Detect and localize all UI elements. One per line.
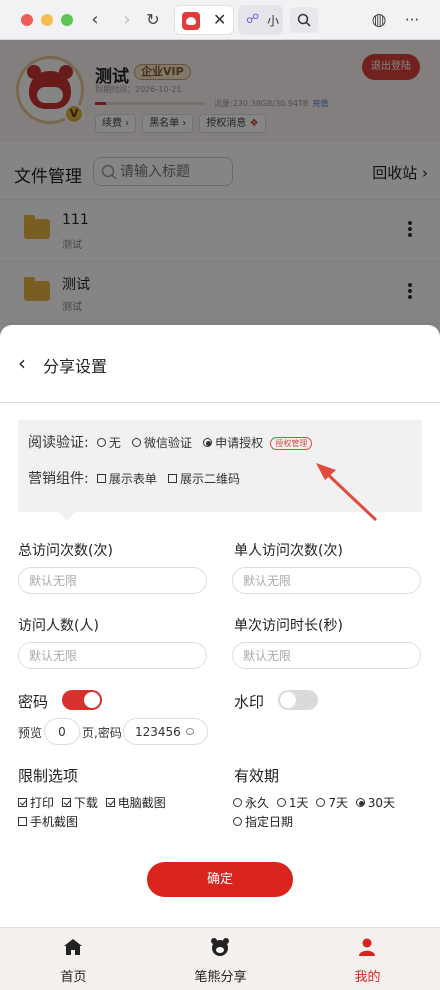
tab-title: 小 (267, 14, 280, 28)
show-form-checkbox[interactable]: 展示表单 (96, 472, 157, 486)
validity-label: 有效期 (234, 767, 280, 785)
single-duration-label: 单次访问时长(秒) (234, 618, 343, 634)
back-icon[interactable]: ‹ (83, 8, 107, 32)
validity-1day-radio[interactable]: 1天 (276, 796, 308, 810)
user-icon (359, 938, 375, 956)
preview-pages-input[interactable] (44, 718, 80, 745)
per-user-visits-label: 单人访问次数(次) (234, 543, 343, 559)
bottom-tab-bar: 首页 笔熊分享 我的 (0, 927, 440, 990)
verify-option-apply-auth[interactable]: 申请授权 (203, 436, 263, 450)
browser-tab-active[interactable]: ✕ (174, 5, 234, 35)
bear-favicon-icon (182, 12, 200, 30)
restrict-options-row-2: 手机截图 (18, 813, 82, 830)
tab-home[interactable]: 首页 (0, 928, 147, 990)
tab-search-button[interactable] (290, 7, 318, 33)
validity-options-row-2: 指定日期 (233, 813, 297, 830)
back-chevron-icon[interactable]: ‹ (18, 351, 26, 375)
show-qrcode-checkbox[interactable]: 展示二维码 (168, 472, 240, 486)
total-visits-label: 总访问次数(次) (18, 543, 113, 559)
bear-icon (211, 938, 229, 956)
sheet-title: 分享设置 (43, 357, 108, 376)
print-checkbox[interactable]: 打印 (18, 796, 54, 810)
auth-manage-button[interactable]: 授权管理 (270, 437, 313, 450)
minimize-window-button[interactable] (41, 14, 53, 26)
password-toggle[interactable] (62, 690, 102, 710)
divider (0, 402, 440, 403)
validity-7day-radio[interactable]: 7天 (316, 796, 348, 810)
visitor-count-label: 访问人数(人) (18, 618, 99, 634)
close-tab-icon[interactable]: ✕ (213, 10, 226, 29)
confirm-button[interactable]: 确定 (147, 862, 293, 897)
mobile-screenshot-checkbox[interactable]: 手机截图 (18, 815, 78, 829)
watermark-label: 水印 (234, 693, 265, 711)
password-input[interactable] (123, 718, 208, 745)
browser-tab-secondary[interactable]: ☍ 小 (238, 5, 283, 35)
single-duration-input[interactable] (232, 642, 421, 669)
preview-label: 预览 (18, 726, 43, 740)
watermark-toggle[interactable] (278, 690, 318, 710)
globe-icon[interactable]: ◍ (367, 8, 391, 32)
read-verify-row: 阅读验证: 无 微信验证 申请授权 授权管理 (28, 432, 313, 452)
panel-notch (57, 511, 77, 521)
tab-label: 我的 (354, 970, 381, 985)
annotation-arrow-icon (316, 463, 378, 522)
verify-option-none[interactable]: 无 (96, 436, 121, 450)
share-settings-sheet: ‹ 分享设置 阅读验证: 无 微信验证 申请授权 授权管理 营销组件: 展示表单… (0, 325, 440, 927)
marketing-row: 营销组件: 展示表单 展示二维码 (28, 468, 247, 488)
read-verify-label: 阅读验证: (28, 435, 89, 451)
eye-icon[interactable] (186, 728, 194, 735)
zoom-window-button[interactable] (61, 14, 73, 26)
validity-options-row-1: 永久 1天 7天 30天 (233, 794, 399, 811)
link-icon: ☍ (246, 12, 260, 27)
home-icon (64, 939, 82, 955)
tab-label: 首页 (60, 970, 87, 985)
restrict-label: 限制选项 (18, 767, 79, 785)
tab-bear-share[interactable]: 笔熊分享 (147, 928, 294, 990)
validity-forever-radio[interactable]: 永久 (233, 796, 269, 810)
marketing-label: 营销组件: (28, 471, 89, 487)
visitor-count-input[interactable] (18, 642, 207, 669)
password-label: 密码 (18, 693, 49, 711)
browser-toolbar: ‹ › ↻ ✕ ☍ 小 ◍ ··· (0, 0, 440, 40)
tab-mine[interactable]: 我的 (294, 928, 440, 990)
forward-icon[interactable]: › (115, 8, 139, 32)
verify-option-wechat[interactable]: 微信验证 (132, 436, 192, 450)
per-user-visits-input[interactable] (232, 567, 421, 594)
validity-30day-radio[interactable]: 30天 (355, 796, 395, 810)
close-window-button[interactable] (21, 14, 33, 26)
more-icon[interactable]: ··· (400, 8, 424, 32)
page-password-label: 页,密码 (82, 726, 122, 740)
tab-label: 笔熊分享 (194, 970, 247, 985)
restrict-options-row-1: 打印 下载 电脑截图 (18, 794, 170, 811)
validity-custom-date-radio[interactable]: 指定日期 (233, 815, 293, 829)
download-checkbox[interactable]: 下载 (61, 796, 98, 810)
total-visits-input[interactable] (18, 567, 207, 594)
search-icon (297, 13, 311, 27)
pc-screenshot-checkbox[interactable]: 电脑截图 (105, 796, 166, 810)
reload-icon[interactable]: ↻ (141, 8, 165, 32)
